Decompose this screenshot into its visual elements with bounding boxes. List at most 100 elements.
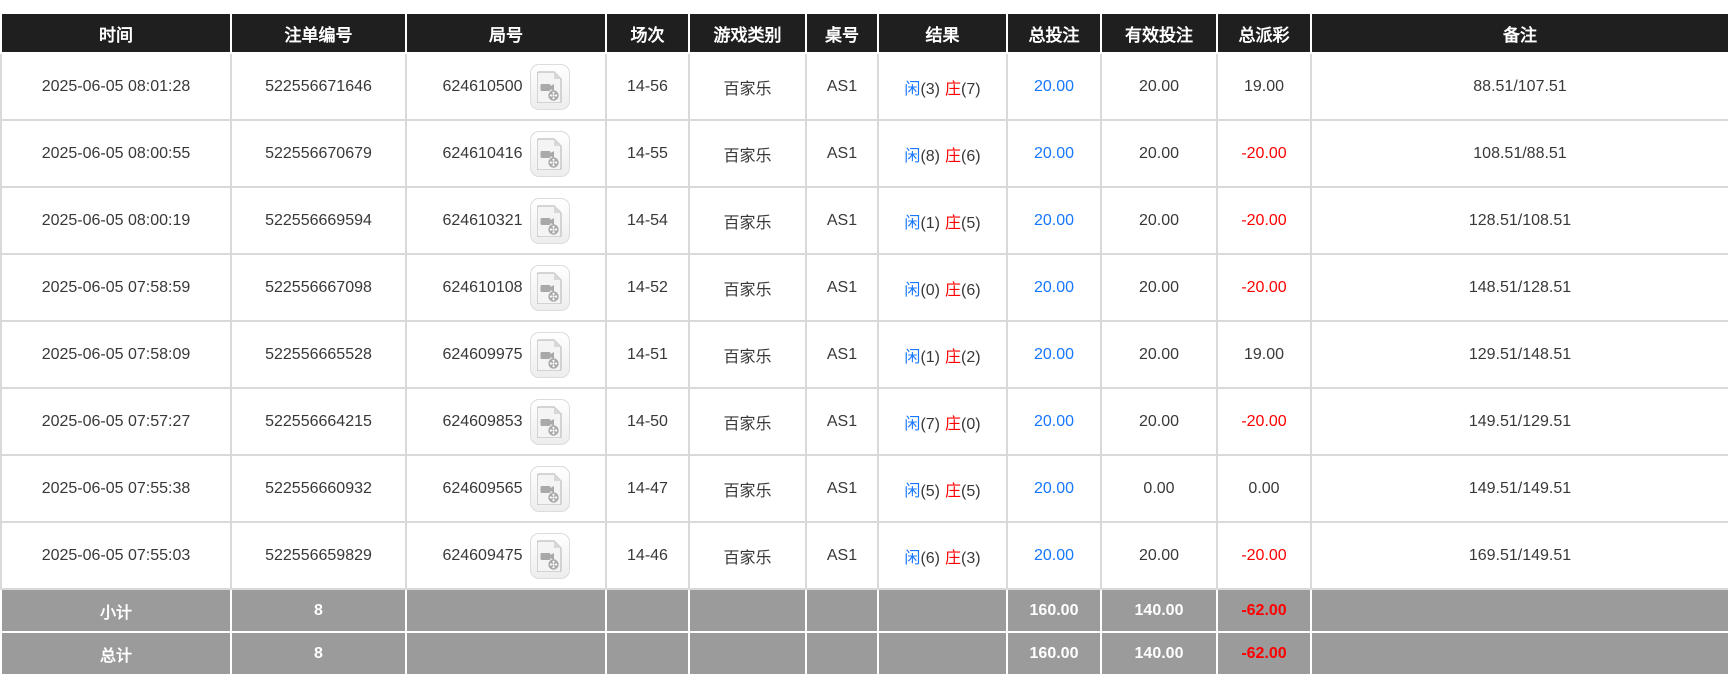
cell-result: 闲(1) 庄(2) [877, 320, 1008, 389]
round-number: 624609975 [442, 345, 523, 363]
player-result-label: 闲 [904, 415, 921, 433]
banker-result-value: (5) [961, 482, 981, 500]
player-result-value: (6) [920, 549, 940, 567]
cell-result: 闲(7) 庄(0) [877, 387, 1008, 456]
player-result-value: (7) [920, 415, 940, 433]
cell-table-no: AS1 [805, 119, 879, 188]
cell-remark: 129.51/148.51 [1310, 320, 1728, 389]
table-body: 2025-06-05 08:01:28 522556671646 6246105… [0, 52, 1728, 590]
video-replay-button[interactable] [529, 331, 570, 378]
video-replay-button[interactable] [529, 197, 570, 244]
table-row: 2025-06-05 08:00:55 522556670679 6246104… [0, 119, 1728, 188]
cell-game: 百家乐 [688, 320, 807, 389]
cell-round: 624610321 [405, 186, 607, 255]
player-result-label: 闲 [904, 348, 921, 366]
cell-round: 624610108 [405, 253, 607, 322]
cell-total-bet: 20.00 [1006, 253, 1102, 322]
cell-remark: 128.51/108.51 [1310, 186, 1728, 255]
cell-game: 百家乐 [688, 387, 807, 456]
cell-payout: -20.00 [1216, 119, 1312, 188]
summary-empty-cell [805, 631, 879, 676]
cell-remark: 148.51/128.51 [1310, 253, 1728, 322]
video-replay-button[interactable] [529, 532, 570, 579]
video-replay-button[interactable] [529, 130, 570, 177]
cell-valid-bet: 0.00 [1100, 454, 1218, 523]
cell-result: 闲(5) 庄(5) [877, 454, 1008, 523]
cell-payout: 19.00 [1216, 52, 1312, 121]
player-result-label: 闲 [904, 147, 921, 165]
cell-time: 2025-06-05 07:55:38 [0, 454, 232, 523]
cell-remark: 149.51/149.51 [1310, 454, 1728, 523]
cell-table-no: AS1 [805, 320, 879, 389]
total-count: 8 [230, 631, 407, 676]
cell-bet-id: 522556664215 [230, 387, 407, 456]
total-label: 总计 [0, 631, 232, 676]
cell-game: 百家乐 [688, 454, 807, 523]
video-file-icon [536, 70, 562, 103]
banker-result-value: (6) [961, 281, 981, 299]
cell-result: 闲(3) 庄(7) [877, 52, 1008, 121]
cell-table-no: AS1 [805, 253, 879, 322]
cell-payout: -20.00 [1216, 387, 1312, 456]
header-valid-bet: 有效投注 [1100, 14, 1218, 54]
cell-result: 闲(1) 庄(5) [877, 186, 1008, 255]
table-row: 2025-06-05 07:57:27 522556664215 6246098… [0, 387, 1728, 456]
summary-empty-cell [405, 588, 607, 633]
cell-total-bet: 20.00 [1006, 454, 1102, 523]
cell-session: 14-54 [605, 186, 690, 255]
cell-time: 2025-06-05 07:58:09 [0, 320, 232, 389]
cell-result: 闲(8) 庄(6) [877, 119, 1008, 188]
round-number: 624610416 [442, 144, 523, 162]
cell-table-no: AS1 [805, 454, 879, 523]
banker-result-label: 庄 [945, 214, 962, 232]
banker-result-label: 庄 [945, 415, 962, 433]
banker-result-label: 庄 [945, 281, 962, 299]
cell-valid-bet: 20.00 [1100, 320, 1218, 389]
cell-table-no: AS1 [805, 52, 879, 121]
cell-result: 闲(0) 庄(6) [877, 253, 1008, 322]
table-row: 2025-06-05 08:00:19 522556669594 6246103… [0, 186, 1728, 255]
summary-empty-cell [605, 588, 690, 633]
cell-result: 闲(6) 庄(3) [877, 521, 1008, 590]
subtotal-label: 小计 [0, 588, 232, 633]
cell-time: 2025-06-05 07:58:59 [0, 253, 232, 322]
summary-empty-cell [1310, 631, 1728, 676]
video-file-icon [536, 137, 562, 170]
banker-result-value: (3) [961, 549, 981, 567]
cell-total-bet: 20.00 [1006, 52, 1102, 121]
cell-bet-id: 522556670679 [230, 119, 407, 188]
header-bet-id: 注单编号 [230, 14, 407, 54]
header-session: 场次 [605, 14, 690, 54]
cell-game: 百家乐 [688, 186, 807, 255]
cell-round: 624609853 [405, 387, 607, 456]
cell-round: 624610500 [405, 52, 607, 121]
player-result-value: (3) [920, 80, 940, 98]
subtotal-payout: -62.00 [1216, 588, 1312, 633]
player-result-value: (0) [920, 281, 940, 299]
video-replay-button[interactable] [529, 465, 570, 512]
summary-empty-cell [877, 588, 1008, 633]
player-result-value: (8) [920, 147, 940, 165]
banker-result-label: 庄 [945, 482, 962, 500]
banker-result-label: 庄 [945, 80, 962, 98]
subtotal-count: 8 [230, 588, 407, 633]
cell-bet-id: 522556667098 [230, 253, 407, 322]
video-replay-button[interactable] [529, 264, 570, 311]
cell-payout: -20.00 [1216, 521, 1312, 590]
table-row: 2025-06-05 07:55:03 522556659829 6246094… [0, 521, 1728, 590]
header-table-no: 桌号 [805, 14, 879, 54]
video-file-icon [536, 405, 562, 438]
summary-empty-cell [605, 631, 690, 676]
cell-total-bet: 20.00 [1006, 186, 1102, 255]
header-game: 游戏类别 [688, 14, 807, 54]
cell-table-no: AS1 [805, 186, 879, 255]
video-replay-button[interactable] [529, 63, 570, 110]
summary-empty-cell [688, 631, 807, 676]
cell-time: 2025-06-05 08:01:28 [0, 52, 232, 121]
video-replay-button[interactable] [529, 398, 570, 445]
cell-bet-id: 522556659829 [230, 521, 407, 590]
cell-total-bet: 20.00 [1006, 119, 1102, 188]
cell-valid-bet: 20.00 [1100, 186, 1218, 255]
video-file-icon [536, 539, 562, 572]
total-total-bet: 160.00 [1006, 631, 1102, 676]
